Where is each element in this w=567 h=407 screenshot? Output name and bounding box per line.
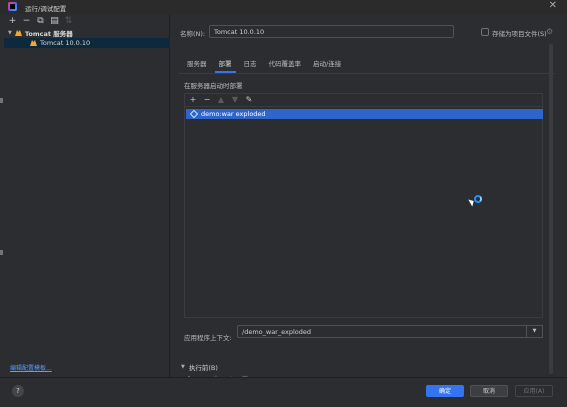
move-down-icon[interactable]: ▼ xyxy=(231,95,239,105)
window-title: 运行/调试配置 xyxy=(25,5,67,13)
folder-icon[interactable]: ▤ xyxy=(50,16,59,26)
name-label: 名称(N): xyxy=(180,30,206,38)
remove-icon[interactable]: − xyxy=(22,16,31,26)
name-field[interactable]: Tomcat 10.0.10 xyxy=(209,25,454,38)
configurations-toolbar: + − ⧉ ▤ ⇅ xyxy=(8,16,73,26)
loading-spinner-icon xyxy=(474,195,482,203)
configurations-panel: + − ⧉ ▤ ⇅ ▼ Tomcat 服务器 Tomcat 10.0.10 编辑… xyxy=(4,14,170,377)
tab-logs[interactable]: 日志 xyxy=(238,58,263,72)
context-label: 应用程序上下文: xyxy=(184,334,232,342)
list-item[interactable]: demo:war exploded xyxy=(186,109,543,119)
configuration-editor: 名称(N): Tomcat 10.0.10 存储为项目文件(S) ⚙ 服务器 部… xyxy=(171,14,563,383)
tree-item-tomcat-10[interactable]: Tomcat 10.0.10 xyxy=(4,38,170,48)
deploy-section-label: 在服务器启动时部署 xyxy=(184,82,243,90)
edge-marker xyxy=(0,250,3,255)
artifact-icon xyxy=(189,109,199,119)
ok-button[interactable]: 确定 xyxy=(426,385,464,397)
title-bar: 运行/调试配置 ✕ xyxy=(0,0,567,14)
help-icon[interactable]: ? xyxy=(12,385,24,397)
tomcat-icon xyxy=(30,40,37,46)
dialog-buttons-bar: ? 确定 取消 应用(A) xyxy=(0,377,567,407)
tree-group-label: Tomcat 服务器 xyxy=(24,30,73,38)
tree-group-tomcat[interactable]: ▼ Tomcat 服务器 xyxy=(4,28,170,38)
close-icon[interactable]: ✕ xyxy=(549,1,557,11)
edit-templates-link[interactable]: 编辑配置模板... xyxy=(10,363,52,372)
scrollbar[interactable] xyxy=(549,44,553,374)
configurations-tree: ▼ Tomcat 服务器 Tomcat 10.0.10 xyxy=(4,28,170,48)
remove-icon[interactable]: − xyxy=(203,95,211,105)
store-as-project-file-label[interactable]: 存储为项目文件(S) xyxy=(492,28,547,38)
intellij-app-icon xyxy=(8,2,17,11)
chevron-down-icon[interactable]: ▼ xyxy=(8,30,12,36)
tab-code-coverage[interactable]: 代码覆盖率 xyxy=(263,58,308,72)
edge-marker xyxy=(0,98,3,103)
sort-icon[interactable]: ⇅ xyxy=(64,16,73,26)
chevron-down-icon[interactable]: ▼ xyxy=(181,364,185,370)
deployment-toolbar: + − ▲ ▼ ✎ xyxy=(185,94,542,107)
gear-icon[interactable]: ⚙ xyxy=(546,27,553,36)
application-context-field[interactable]: /demo_war_exploded xyxy=(237,325,527,338)
before-launch-label: 执行前(B) xyxy=(188,364,218,372)
apply-button[interactable]: 应用(A) xyxy=(515,385,553,397)
add-icon[interactable]: + xyxy=(8,16,17,26)
cancel-button[interactable]: 取消 xyxy=(470,385,508,397)
artifact-label: demo:war exploded xyxy=(201,110,266,118)
tab-deployment[interactable]: 部署 xyxy=(213,58,238,73)
move-up-icon[interactable]: ▲ xyxy=(217,95,225,105)
before-launch-section[interactable]: ▼ 执行前(B) xyxy=(181,362,218,372)
tab-startup-connection[interactable]: 启动/连接 xyxy=(307,58,347,72)
chevron-down-icon[interactable]: ▼ xyxy=(527,325,543,338)
store-as-project-file-checkbox[interactable] xyxy=(481,28,489,36)
tree-item-label: Tomcat 10.0.10 xyxy=(40,39,91,47)
config-tabs: 服务器 部署 日志 代码覆盖率 启动/连接 xyxy=(181,58,347,73)
copy-icon[interactable]: ⧉ xyxy=(36,16,45,26)
tab-server[interactable]: 服务器 xyxy=(181,58,213,72)
tomcat-icon xyxy=(14,30,22,36)
edit-icon[interactable]: ✎ xyxy=(245,95,253,105)
deployment-list: + − ▲ ▼ ✎ demo:war exploded xyxy=(184,93,543,318)
add-icon[interactable]: + xyxy=(189,95,197,105)
tabs-divider xyxy=(179,73,555,74)
